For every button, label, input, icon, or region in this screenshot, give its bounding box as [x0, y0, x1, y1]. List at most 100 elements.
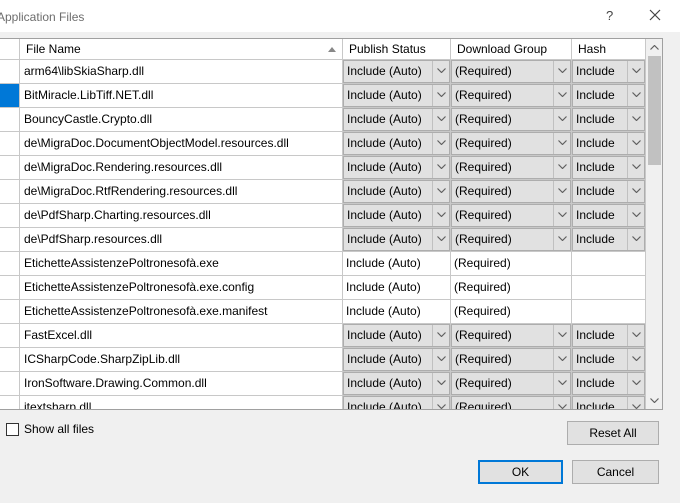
- row-selector[interactable]: [0, 156, 20, 179]
- row-selector[interactable]: [0, 300, 20, 323]
- table-row[interactable]: FastExcel.dll Include (Auto) (Required) Inc…: [0, 324, 646, 348]
- download-group-combo[interactable]: (Required): [451, 60, 571, 83]
- hash-cell[interactable]: Include: [572, 396, 646, 409]
- vertical-scrollbar[interactable]: [646, 39, 662, 409]
- download-group-cell[interactable]: (Required): [451, 84, 572, 107]
- hash-cell[interactable]: Include: [572, 228, 646, 251]
- hash-combo[interactable]: [572, 276, 645, 299]
- download-group-combo[interactable]: (Required): [451, 204, 571, 227]
- chevron-down-icon[interactable]: [627, 205, 644, 226]
- download-group-cell[interactable]: (Required): [451, 204, 572, 227]
- chevron-down-icon[interactable]: [553, 325, 570, 346]
- chevron-down-icon[interactable]: [432, 109, 449, 130]
- hash-cell[interactable]: Include: [572, 156, 646, 179]
- download-group-combo[interactable]: (Required): [451, 228, 571, 251]
- table-row[interactable]: de\MigraDoc.DocumentObjectModel.resource…: [0, 132, 646, 156]
- chevron-down-icon[interactable]: [432, 349, 449, 370]
- publish-status-combo[interactable]: Include (Auto): [343, 396, 450, 409]
- header-download-group[interactable]: Download Group: [451, 39, 572, 60]
- hash-combo[interactable]: Include: [572, 132, 645, 155]
- hash-combo[interactable]: Include: [572, 396, 645, 409]
- download-group-combo[interactable]: (Required): [451, 156, 571, 179]
- download-group-cell[interactable]: (Required): [451, 180, 572, 203]
- row-selector[interactable]: [0, 132, 20, 155]
- row-selector[interactable]: [0, 252, 20, 275]
- row-selector[interactable]: [0, 324, 20, 347]
- reset-all-button[interactable]: Reset All: [567, 421, 659, 445]
- chevron-down-icon[interactable]: [432, 181, 449, 202]
- download-group-combo[interactable]: (Required): [451, 324, 571, 347]
- download-group-combo[interactable]: (Required): [451, 348, 571, 371]
- download-group-combo[interactable]: (Required): [451, 300, 571, 323]
- publish-status-combo[interactable]: Include (Auto): [343, 204, 450, 227]
- hash-cell[interactable]: Include: [572, 132, 646, 155]
- download-group-cell[interactable]: (Required): [451, 60, 572, 83]
- publish-status-cell[interactable]: Include (Auto): [343, 108, 451, 131]
- hash-combo[interactable]: Include: [572, 228, 645, 251]
- row-selector[interactable]: [0, 396, 20, 409]
- publish-status-combo[interactable]: Include (Auto): [343, 108, 450, 131]
- hash-cell[interactable]: Include: [572, 372, 646, 395]
- chevron-down-icon[interactable]: [432, 133, 449, 154]
- publish-status-combo[interactable]: Include (Auto): [343, 84, 450, 107]
- table-row[interactable]: arm64\libSkiaSharp.dll Include (Auto) (Req…: [0, 60, 646, 84]
- table-row[interactable]: de\MigraDoc.Rendering.resources.dll Inclu…: [0, 156, 646, 180]
- download-group-combo[interactable]: (Required): [451, 132, 571, 155]
- scroll-up-icon[interactable]: [646, 39, 662, 56]
- publish-status-cell[interactable]: Include (Auto): [343, 60, 451, 83]
- chevron-down-icon[interactable]: [627, 157, 644, 178]
- chevron-down-icon[interactable]: [627, 373, 644, 394]
- row-selector[interactable]: [0, 348, 20, 371]
- cancel-button[interactable]: Cancel: [572, 460, 659, 484]
- download-group-combo[interactable]: (Required): [451, 372, 571, 395]
- hash-cell[interactable]: Include: [572, 180, 646, 203]
- hash-combo[interactable]: [572, 252, 645, 275]
- download-group-cell[interactable]: (Required): [451, 132, 572, 155]
- publish-status-combo[interactable]: Include (Auto): [343, 252, 450, 275]
- publish-status-cell[interactable]: Include (Auto): [343, 252, 451, 275]
- chevron-down-icon[interactable]: [553, 181, 570, 202]
- chevron-down-icon[interactable]: [627, 325, 644, 346]
- hash-combo[interactable]: Include: [572, 60, 645, 83]
- chevron-down-icon[interactable]: [627, 229, 644, 250]
- download-group-cell[interactable]: (Required): [451, 396, 572, 409]
- table-row[interactable]: BitMiracle.LibTiff.NET.dll Include (Auto)…: [0, 84, 646, 108]
- publish-status-combo[interactable]: Include (Auto): [343, 60, 450, 83]
- chevron-down-icon[interactable]: [553, 349, 570, 370]
- help-button[interactable]: ?: [606, 8, 613, 23]
- scroll-down-icon[interactable]: [646, 392, 662, 409]
- chevron-down-icon[interactable]: [432, 373, 449, 394]
- hash-combo[interactable]: Include: [572, 204, 645, 227]
- table-row[interactable]: de\PdfSharp.resources.dll Include (Auto) (…: [0, 228, 646, 252]
- chevron-down-icon[interactable]: [432, 205, 449, 226]
- download-group-cell[interactable]: (Required): [451, 156, 572, 179]
- publish-status-cell[interactable]: Include (Auto): [343, 132, 451, 155]
- hash-cell[interactable]: Include: [572, 204, 646, 227]
- table-row[interactable]: BouncyCastle.Crypto.dll Include (Auto) (Re…: [0, 108, 646, 132]
- row-selector[interactable]: [0, 228, 20, 251]
- chevron-down-icon[interactable]: [627, 109, 644, 130]
- chevron-down-icon[interactable]: [432, 61, 449, 82]
- download-group-combo[interactable]: (Required): [451, 276, 571, 299]
- hash-cell[interactable]: Include: [572, 84, 646, 107]
- publish-status-combo[interactable]: Include (Auto): [343, 156, 450, 179]
- show-all-files-checkbox[interactable]: [6, 422, 19, 436]
- table-row[interactable]: IronSoftware.Drawing.Common.dll Include (…: [0, 372, 646, 396]
- hash-combo[interactable]: Include: [572, 372, 645, 395]
- publish-status-cell[interactable]: Include (Auto): [343, 276, 451, 299]
- table-row[interactable]: de\PdfSharp.Charting.resources.dll Includ…: [0, 204, 646, 228]
- publish-status-cell[interactable]: Include (Auto): [343, 324, 451, 347]
- header-publish-status[interactable]: Publish Status: [343, 39, 451, 60]
- hash-cell[interactable]: [572, 276, 646, 299]
- hash-combo[interactable]: [572, 300, 645, 323]
- publish-status-cell[interactable]: Include (Auto): [343, 396, 451, 409]
- download-group-combo[interactable]: (Required): [451, 84, 571, 107]
- publish-status-combo[interactable]: Include (Auto): [343, 348, 450, 371]
- row-selector[interactable]: [0, 276, 20, 299]
- chevron-down-icon[interactable]: [432, 325, 449, 346]
- publish-status-cell[interactable]: Include (Auto): [343, 372, 451, 395]
- download-group-cell[interactable]: (Required): [451, 228, 572, 251]
- chevron-down-icon[interactable]: [553, 205, 570, 226]
- publish-status-combo[interactable]: Include (Auto): [343, 372, 450, 395]
- hash-combo[interactable]: Include: [572, 180, 645, 203]
